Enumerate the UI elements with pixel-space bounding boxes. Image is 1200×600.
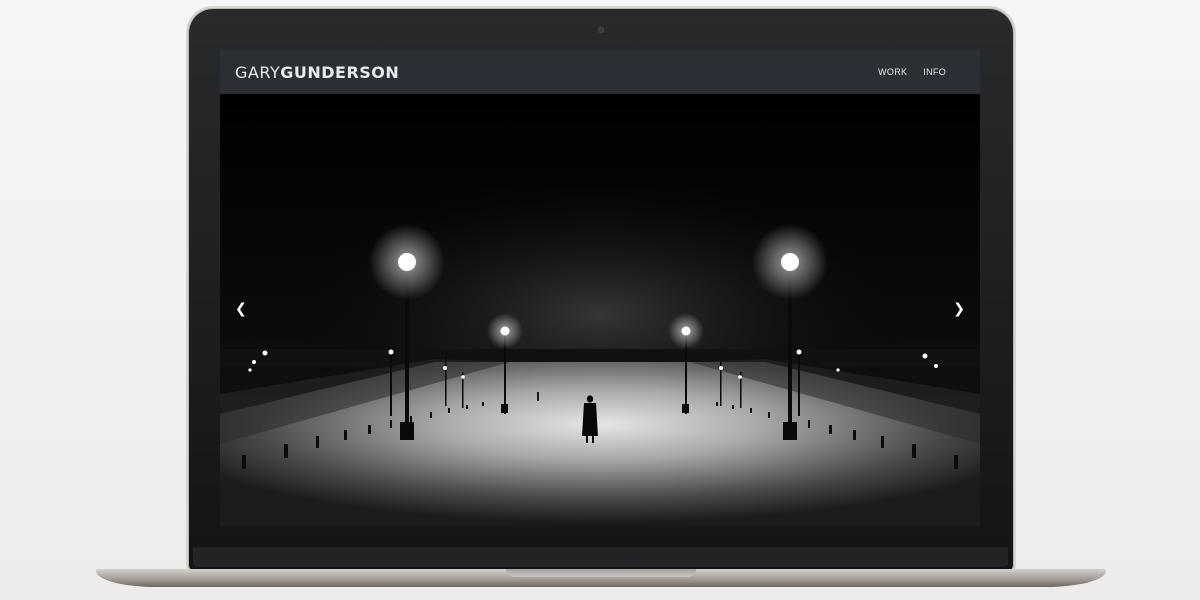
webcam-icon: [598, 27, 604, 33]
chevron-right-icon[interactable]: ❯: [953, 302, 965, 316]
laptop-hinge-notch: [506, 569, 696, 577]
logo-first-name: GARY: [235, 63, 281, 82]
laptop-screen: GARYGUNDERSON WORK INFO ❮ ❯: [220, 50, 980, 526]
main-nav: WORK INFO: [878, 67, 946, 77]
laptop-bottom-bezel: [193, 547, 1008, 567]
chevron-left-icon[interactable]: ❮: [235, 302, 247, 316]
nav-item-info[interactable]: INFO: [923, 67, 946, 77]
nav-item-work[interactable]: WORK: [878, 67, 907, 77]
site-header: GARYGUNDERSON WORK INFO: [220, 50, 980, 94]
site-logo[interactable]: GARYGUNDERSON: [235, 63, 399, 82]
slideshow-photo: [220, 94, 980, 526]
logo-last-name: GUNDERSON: [280, 63, 400, 82]
